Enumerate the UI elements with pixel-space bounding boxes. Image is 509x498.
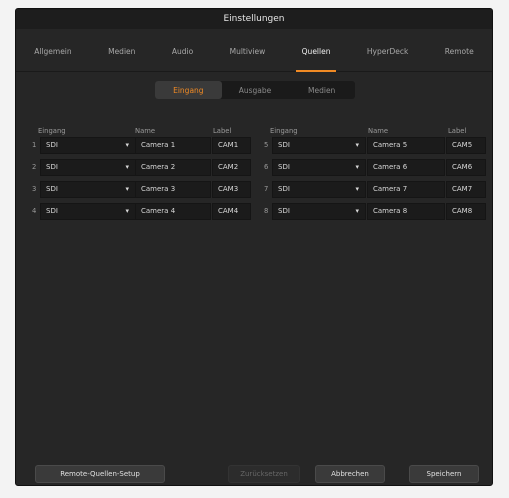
dropdown-arrow-icon: ▾ [125,207,129,215]
name-field[interactable]: Camera 1 [135,137,211,154]
remote-sources-setup-button[interactable]: Remote-Quellen-Setup [35,465,165,483]
tab-allgemein[interactable]: Allgemein [32,43,73,60]
settings-tabs: Allgemein Medien Audio Multiview Quellen… [16,31,492,72]
tab-audio[interactable]: Audio [170,43,195,60]
input-row: 1 SDI ▾ Camera 1 CAM1 [16,137,256,154]
dropdown-arrow-icon: ▾ [125,163,129,171]
input-number: 7 [264,185,269,193]
source-select[interactable]: SDI ▾ [40,159,136,176]
segment-medien[interactable]: Medien [288,81,355,99]
input-row: 4 SDI ▾ Camera 4 CAM4 [16,203,256,220]
header-name-right: Name [368,127,389,135]
label-field[interactable]: CAM3 [212,181,251,198]
source-value: SDI [278,207,290,215]
label-field[interactable]: CAM2 [212,159,251,176]
input-number: 2 [32,163,37,171]
name-field[interactable]: Camera 6 [367,159,445,176]
name-field[interactable]: Camera 5 [367,137,445,154]
input-number: 6 [264,163,269,171]
source-value: SDI [46,207,58,215]
tab-hyperdeck[interactable]: HyperDeck [365,43,410,60]
tab-medien[interactable]: Medien [106,43,137,60]
input-row: 2 SDI ▾ Camera 2 CAM2 [16,159,256,176]
dropdown-arrow-icon: ▾ [125,141,129,149]
input-number: 8 [264,207,269,215]
tab-multiview[interactable]: Multiview [228,43,268,60]
window-title: Einstellungen [16,9,492,29]
input-row: 7 SDI ▾ Camera 7 CAM7 [256,181,492,198]
source-value: SDI [278,141,290,149]
name-field[interactable]: Camera 4 [135,203,211,220]
name-field[interactable]: Camera 8 [367,203,445,220]
source-select[interactable]: SDI ▾ [272,137,366,154]
input-row: 5 SDI ▾ Camera 5 CAM5 [256,137,492,154]
input-number: 4 [32,207,37,215]
segment-eingang[interactable]: Eingang [155,81,222,99]
source-select[interactable]: SDI ▾ [272,203,366,220]
dropdown-arrow-icon: ▾ [355,141,359,149]
label-field[interactable]: CAM7 [446,181,486,198]
label-field[interactable]: CAM4 [212,203,251,220]
dropdown-arrow-icon: ▾ [355,185,359,193]
tab-remote[interactable]: Remote [443,43,476,60]
input-number: 5 [264,141,269,149]
header-eingang-left: Eingang [38,127,66,135]
input-row: 8 SDI ▾ Camera 8 CAM8 [256,203,492,220]
dropdown-arrow-icon: ▾ [355,207,359,215]
label-field[interactable]: CAM1 [212,137,251,154]
input-row: 3 SDI ▾ Camera 3 CAM3 [16,181,256,198]
name-field[interactable]: Camera 3 [135,181,211,198]
header-label-left: Label [213,127,232,135]
name-field[interactable]: Camera 7 [367,181,445,198]
source-value: SDI [46,163,58,171]
header-eingang-right: Eingang [270,127,298,135]
source-type-segmented-control: Eingang Ausgabe Medien [155,81,355,99]
source-value: SDI [46,141,58,149]
input-number: 1 [32,141,37,149]
label-field[interactable]: CAM5 [446,137,486,154]
header-name-left: Name [135,127,156,135]
input-row: 6 SDI ▾ Camera 6 CAM6 [256,159,492,176]
save-button[interactable]: Speichern [409,465,479,483]
reset-button[interactable]: Zurücksetzen [228,465,300,483]
segment-ausgabe[interactable]: Ausgabe [222,81,289,99]
source-select[interactable]: SDI ▾ [272,159,366,176]
source-value: SDI [278,163,290,171]
label-field[interactable]: CAM6 [446,159,486,176]
source-select[interactable]: SDI ▾ [272,181,366,198]
source-select[interactable]: SDI ▾ [40,137,136,154]
settings-window: Einstellungen Allgemein Medien Audio Mul… [15,8,493,486]
name-field[interactable]: Camera 2 [135,159,211,176]
source-select[interactable]: SDI ▾ [40,203,136,220]
label-field[interactable]: CAM8 [446,203,486,220]
input-number: 3 [32,185,37,193]
source-value: SDI [46,185,58,193]
dropdown-arrow-icon: ▾ [125,185,129,193]
source-select[interactable]: SDI ▾ [40,181,136,198]
header-label-right: Label [448,127,467,135]
cancel-button[interactable]: Abbrechen [315,465,385,483]
dropdown-arrow-icon: ▾ [355,163,359,171]
source-value: SDI [278,185,290,193]
tab-quellen[interactable]: Quellen [295,43,337,72]
